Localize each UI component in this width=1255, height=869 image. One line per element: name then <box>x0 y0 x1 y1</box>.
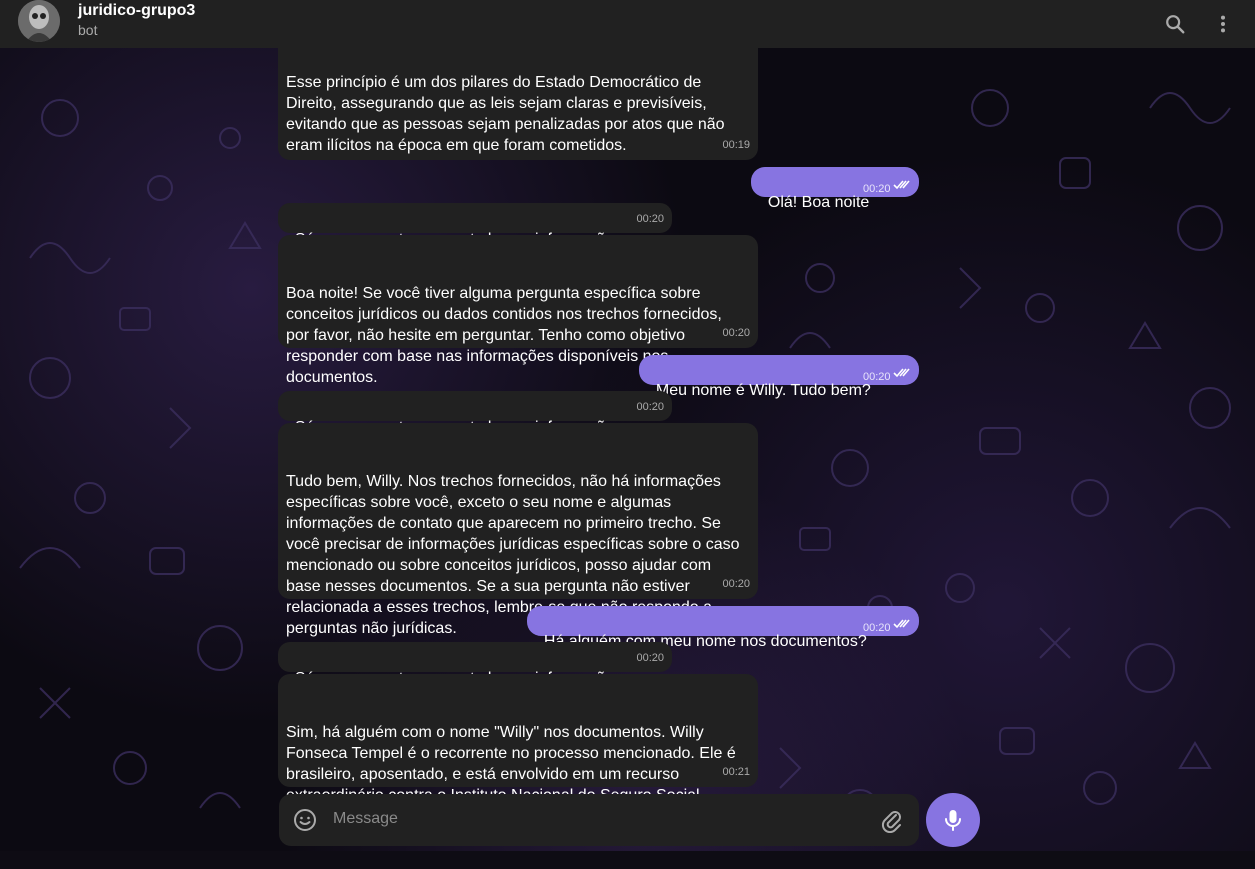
message-incoming[interactable]: Só um momento enquanto busco informações… <box>278 203 672 248</box>
message-time: 00:20 <box>863 622 891 634</box>
message-incoming[interactable]: Esse princípio é um dos pilares do Estad… <box>278 48 758 160</box>
message-outgoing[interactable]: Há alguém com meu nome nos documentos? 0… <box>527 606 919 650</box>
emoji-icon[interactable] <box>293 808 317 832</box>
voice-record-button[interactable] <box>926 793 980 847</box>
message-time: 00:20 <box>863 371 891 383</box>
message-outgoing[interactable]: Meu nome é Willy. Tudo bem? 00:20 <box>639 355 919 399</box>
more-menu-button[interactable] <box>1207 8 1239 40</box>
message-text: Olá! Boa noite <box>767 194 870 211</box>
message-time: 00:20 <box>722 327 750 339</box>
paperclip-icon[interactable] <box>880 809 904 833</box>
message-incoming[interactable]: Só um momento enquanto busco informações… <box>278 642 672 687</box>
search-icon <box>1166 15 1185 34</box>
message-text: Meu nome é Willy. Tudo bem? <box>655 382 871 399</box>
double-check-icon <box>893 619 910 629</box>
message-incoming[interactable]: Boa noite! Se você tiver alguma pergunta… <box>278 235 758 386</box>
message-input[interactable]: Message <box>333 810 398 828</box>
search-button[interactable] <box>1159 8 1191 40</box>
message-incoming[interactable]: Tudo bem, Willy. Nos trechos fornecidos,… <box>278 423 758 637</box>
message-incoming[interactable]: Sim, há alguém com o nome "Willy" nos do… <box>278 674 758 825</box>
message-time: 00:20 <box>863 183 891 195</box>
message-time: 00:20 <box>722 578 750 590</box>
avatar-image <box>18 0 60 42</box>
message-composer: Message <box>279 794 919 846</box>
double-check-icon <box>893 180 910 190</box>
chat-header: juridico-grupo3 bot <box>0 0 1255 48</box>
more-vertical-icon <box>1220 15 1226 33</box>
message-time: 00:19 <box>722 139 750 151</box>
message-text: Esse princípio é um dos pilares do Estad… <box>286 74 725 154</box>
message-time: 00:21 <box>722 766 750 778</box>
double-check-icon <box>893 368 910 378</box>
message-time: 00:20 <box>636 213 664 225</box>
message-incoming[interactable]: Só um momento enquanto busco informações… <box>278 391 672 436</box>
microphone-icon <box>945 810 961 831</box>
bot-avatar[interactable] <box>18 0 60 42</box>
message-outgoing[interactable]: Olá! Boa noite 00:20 <box>751 167 919 211</box>
chat-subtitle: bot <box>78 22 98 38</box>
message-time: 00:20 <box>636 652 664 664</box>
message-time: 00:20 <box>636 401 664 413</box>
chat-title[interactable]: juridico-grupo3 <box>78 2 195 20</box>
